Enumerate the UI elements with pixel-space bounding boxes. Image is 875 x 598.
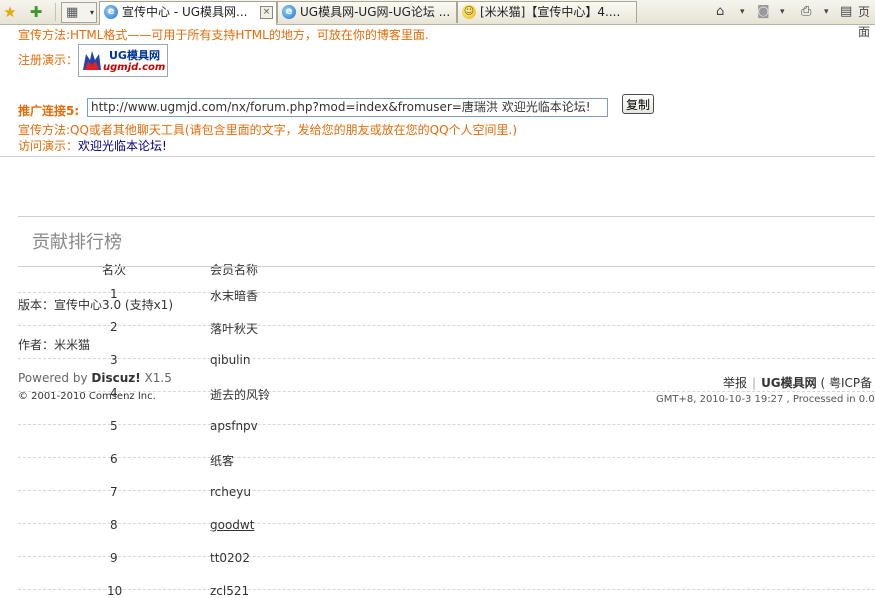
member-name[interactable]: 纸客: [210, 452, 234, 469]
close-icon[interactable]: ×: [260, 6, 273, 19]
member-name[interactable]: zcl521: [210, 584, 249, 598]
ugmjd-logo[interactable]: UG模具网 ugmjd.com: [78, 44, 168, 77]
report-link[interactable]: 举报: [723, 376, 747, 390]
member-name[interactable]: tt0202: [210, 551, 250, 565]
promo-method-html: 宣传方法:HTML格式——可用于所有支持HTML的地方，可放在你的博客里面.: [18, 29, 429, 41]
row-divider: [18, 589, 875, 590]
column-header-rank: 名次: [102, 263, 127, 277]
copyright-text: © 2001-2010 Comsenz Inc.: [18, 391, 156, 402]
column-header-member: 会员名称: [210, 263, 259, 277]
chevron-down-icon[interactable]: ▾: [740, 2, 745, 22]
visit-demo: 访问演示：欢迎光临本论坛!: [18, 137, 167, 154]
ie-page-icon: e: [282, 5, 296, 19]
quick-tabs-icon: ▦: [66, 5, 79, 20]
promo-link-label: 推广连接5:: [18, 104, 80, 118]
member-name[interactable]: goodwt: [210, 518, 254, 532]
ie-page-icon: e: [104, 5, 118, 19]
tab-label: [米米猫]【宣传中心】4....: [480, 5, 621, 19]
powered-version: X1.5: [140, 371, 172, 385]
quick-tabs-button[interactable]: ▦ ▾: [61, 2, 97, 23]
tab-mimimao[interactable]: ☺ [米米猫]【宣传中心】4....: [457, 1, 637, 23]
ranking-title: 贡献排行榜: [32, 232, 122, 253]
section-divider: [18, 216, 875, 217]
rank-number: 9: [110, 551, 118, 565]
icp-link[interactable]: ( 粤ICP备: [821, 376, 873, 390]
row-divider: [18, 457, 875, 458]
table-header-divider: [18, 266, 875, 267]
visit-demo-link[interactable]: 欢迎光临本论坛!: [78, 139, 167, 153]
discuz-link[interactable]: Discuz!: [91, 371, 140, 385]
member-name[interactable]: qibulin: [210, 353, 250, 367]
toolbar-separator: [55, 3, 56, 21]
visit-demo-label: 访问演示：: [18, 139, 79, 153]
row-divider: [18, 556, 875, 557]
chevron-down-icon[interactable]: ▾: [780, 2, 785, 22]
rank-number: 3: [110, 353, 118, 367]
rank-number: 6: [110, 452, 118, 466]
powered-by: Powered by Discuz! X1.5: [18, 371, 172, 385]
promo-link-field[interactable]: http://www.ugmjd.com/nx/forum.php?mod=in…: [87, 98, 608, 117]
member-name[interactable]: 落叶秋天: [210, 320, 258, 337]
rank-number: 7: [110, 485, 118, 499]
rank-number: 10: [107, 584, 123, 598]
rss-feed-icon[interactable]: ◙: [757, 2, 770, 22]
copy-button[interactable]: 复制: [622, 94, 654, 114]
version-text: 版本：宣传中心3.0 (支持x1): [18, 298, 173, 312]
page-icon[interactable]: ▤: [840, 2, 852, 22]
member-name[interactable]: apsfnpv: [210, 419, 258, 433]
rank-number: 2: [110, 320, 118, 334]
row-divider: [18, 424, 875, 425]
powered-prefix: Powered by: [18, 371, 92, 385]
member-name[interactable]: rcheyu: [210, 485, 251, 499]
tab-ugmjd-promo[interactable]: e 宣传中心 - UG模具网... ×: [99, 1, 277, 25]
logo-title: UG模具网: [109, 49, 160, 62]
site-name-link[interactable]: UG模具网: [761, 376, 817, 390]
home-icon[interactable]: ⌂: [716, 2, 724, 22]
row-divider: [18, 523, 875, 524]
logo-url: ugmjd.com: [103, 62, 166, 73]
row-divider: [18, 292, 875, 293]
footer-links: 举报 | UG模具网 ( 粤ICP备: [723, 376, 873, 390]
rank-number: 5: [110, 419, 118, 433]
row-divider: [18, 358, 875, 359]
rank-number: 8: [110, 518, 118, 532]
register-demo-label: 注册演示：: [18, 53, 79, 67]
promo-method-qq: 宣传方法:QQ或者其他聊天工具(请包含里面的文字，发给您的朋友或放在您的QQ个人…: [18, 123, 518, 137]
author-text: 作者：米米猫: [18, 338, 91, 352]
chevron-down-icon[interactable]: ▾: [90, 8, 94, 17]
ugmjd-logo-mark-icon: [83, 51, 101, 70]
tab-label: UG模具网-UG网-UG论坛 ...: [300, 5, 451, 19]
row-divider: [18, 490, 875, 491]
browser-tab-bar: ★ ✚ ▦ ▾ e 宣传中心 - UG模具网... × e UG模具网-UG网-…: [0, 0, 875, 39]
cat-page-icon: ☺: [462, 5, 476, 19]
section-divider: [0, 156, 875, 157]
member-name[interactable]: 水末暗香: [210, 287, 258, 304]
tab-label: 宣传中心 - UG模具网...: [122, 5, 248, 19]
tab-ugmjd-forum[interactable]: e UG模具网-UG网-UG论坛 ...: [277, 1, 457, 23]
gmt-processed-text: GMT+8, 2010-10-3 19:27 , Processed in 0.…: [656, 394, 875, 405]
favorites-star-icon[interactable]: ★: [0, 2, 20, 22]
print-icon[interactable]: ⎙: [801, 2, 811, 22]
chevron-down-icon[interactable]: ▾: [824, 2, 829, 22]
page-menu-label[interactable]: 页面: [858, 2, 875, 39]
member-name[interactable]: 逝去的风铃: [210, 386, 270, 403]
row-divider: [18, 325, 875, 326]
add-favorite-icon[interactable]: ✚: [26, 2, 46, 22]
